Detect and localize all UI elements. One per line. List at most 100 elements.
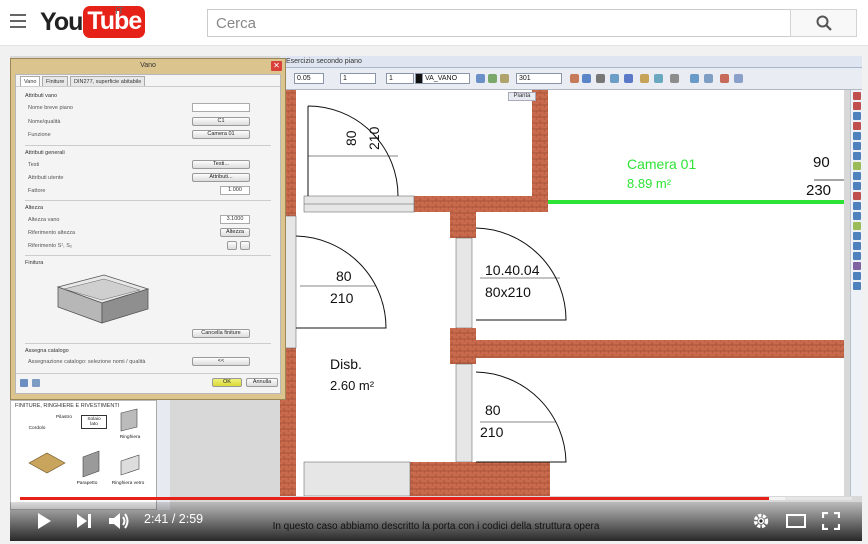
video-player[interactable]: Esercizio secondo piano 0.05 1 1 VA_VANO… xyxy=(10,56,862,541)
catalog-item-railing[interactable]: Ringhiera xyxy=(115,435,145,440)
catalog-assign-label: Assegnazione catalogo: selezione nomi / … xyxy=(28,359,146,365)
catalog-vertical-tabs[interactable] xyxy=(156,400,170,510)
room2-area: 2.60 m² xyxy=(330,378,375,393)
search-icon xyxy=(816,15,832,31)
layer-visibility-icon[interactable] xyxy=(476,74,485,83)
dimension-icon[interactable] xyxy=(852,232,861,240)
door2-height-label: 210 xyxy=(330,290,354,306)
scissors-icon[interactable] xyxy=(596,74,605,83)
settings-icon[interactable] xyxy=(734,74,743,83)
texts-button[interactable]: Testi... xyxy=(192,160,250,169)
delete-finish-button[interactable]: Cancella finiture xyxy=(192,329,250,338)
hatch-icon[interactable] xyxy=(852,222,861,230)
load-favorite-icon[interactable] xyxy=(32,379,40,387)
volume-icon[interactable] xyxy=(108,511,130,531)
layer-tool-icon[interactable] xyxy=(852,252,861,260)
text-icon[interactable] xyxy=(640,74,649,83)
mirror-icon[interactable] xyxy=(852,152,861,160)
hatch-style-field[interactable]: 301 xyxy=(516,73,562,84)
paste-icon[interactable] xyxy=(624,74,633,83)
catalog-item-pillar[interactable]: Pilastro xyxy=(53,415,75,420)
snap-icon[interactable] xyxy=(570,74,579,83)
catalog-item-curb[interactable]: Cordolo xyxy=(25,426,49,431)
erase-icon[interactable] xyxy=(852,122,861,130)
text-tool-icon[interactable] xyxy=(852,242,861,250)
catalog-item-slab[interactable]: Solaio lato xyxy=(81,415,107,429)
pan-icon[interactable] xyxy=(852,282,861,290)
ok-button[interactable]: OK xyxy=(212,378,242,387)
array-icon[interactable] xyxy=(852,212,861,220)
duration: 2:59 xyxy=(178,512,204,526)
copy-icon[interactable] xyxy=(610,74,619,83)
fullscreen-icon[interactable] xyxy=(822,512,840,530)
cad-toolbar: 0.05 1 1 VA_VANO 301 xyxy=(280,68,862,90)
function-button[interactable]: Camera 01 xyxy=(192,130,250,139)
current-time: 2:41 xyxy=(144,512,169,526)
progress-bar[interactable] xyxy=(20,497,852,500)
height-button[interactable]: Altezza xyxy=(220,228,250,237)
measure-icon[interactable] xyxy=(654,74,663,83)
next-icon[interactable] xyxy=(76,513,92,529)
pen-field[interactable]: 1 xyxy=(340,73,376,84)
line-field[interactable]: 1 xyxy=(386,73,414,84)
theater-mode-icon[interactable] xyxy=(786,514,806,528)
ref-s-up-button[interactable] xyxy=(227,241,237,250)
name-label: Nome/qualità xyxy=(28,119,61,125)
tab-finiture[interactable]: Finiture xyxy=(42,76,69,86)
cad-window-title: Esercizio secondo piano xyxy=(286,58,362,65)
room1-height-2: 230 xyxy=(806,182,832,199)
layer-lock-icon[interactable] xyxy=(488,74,497,83)
draw-tool-icon[interactable] xyxy=(852,92,861,100)
scale-icon[interactable] xyxy=(852,202,861,210)
function-label: Funzione xyxy=(28,132,51,138)
line-tool-icon[interactable] xyxy=(852,112,861,120)
ref-s-label: Riferimento S¹, S₂ xyxy=(28,243,73,249)
close-icon[interactable]: ✕ xyxy=(271,61,282,71)
room-height-field[interactable]: 3.1000 xyxy=(220,215,250,224)
ref-s-down-button[interactable] xyxy=(240,241,250,250)
catalog-button[interactable]: << xyxy=(192,357,250,366)
short-name-label: Nome breve piano xyxy=(28,105,73,111)
view-icon[interactable] xyxy=(690,74,699,83)
play-icon[interactable] xyxy=(36,512,52,530)
factor-field[interactable]: 1.000 xyxy=(220,186,250,195)
attributes-button[interactable]: Attributi... xyxy=(192,173,250,182)
extend-icon[interactable] xyxy=(852,182,861,190)
floor-plan xyxy=(279,90,862,497)
grid-icon[interactable] xyxy=(582,74,591,83)
section-general: Attributi generali xyxy=(25,150,65,156)
help-icon[interactable] xyxy=(720,74,729,83)
arrow-icon[interactable] xyxy=(670,74,679,83)
search-button[interactable] xyxy=(790,9,857,37)
properties-icon[interactable] xyxy=(852,262,861,270)
name-button[interactable]: C1 xyxy=(192,117,250,126)
vano-dialog: Vano ✕ Vano Finiture DIN277, superficie … xyxy=(10,58,286,400)
tab-vano[interactable]: Vano xyxy=(20,76,41,86)
settings-gear-icon[interactable] xyxy=(752,512,770,530)
cancel-button[interactable]: Annulla xyxy=(246,378,278,387)
short-name-field[interactable] xyxy=(192,103,250,112)
pencil-icon[interactable] xyxy=(852,102,861,110)
zoom-tool-icon[interactable] xyxy=(852,272,861,280)
search-input[interactable]: Cerca xyxy=(207,9,791,37)
layer-print-icon[interactable] xyxy=(500,74,509,83)
subtitle-caption: In questo caso abbiamo descritto la port… xyxy=(272,521,600,532)
tab-din277[interactable]: DIN277, superficie abitabile xyxy=(70,76,146,86)
cad-drawing-area[interactable]: 80 210 Camera 01 8.89 m² 90 230 80 210 1… xyxy=(279,90,862,497)
offset-icon[interactable] xyxy=(852,162,861,170)
catalog-item-parapet[interactable]: Parapetto xyxy=(73,481,101,486)
rotate-icon[interactable] xyxy=(852,142,861,150)
youtube-logo[interactable]: You Tube IT xyxy=(40,6,146,38)
zoom-icon[interactable] xyxy=(704,74,713,83)
youtube-header: You Tube IT Cerca xyxy=(0,0,868,46)
section-height: Altezza xyxy=(25,205,44,211)
factor-label: Fattore xyxy=(28,188,46,194)
trim-icon[interactable] xyxy=(852,172,861,180)
layer-field[interactable]: VA_VANO xyxy=(422,73,470,84)
menu-icon[interactable] xyxy=(10,14,26,28)
delete-icon[interactable] xyxy=(852,192,861,200)
scale-field[interactable]: 0.05 xyxy=(294,73,324,84)
move-icon[interactable] xyxy=(852,132,861,140)
save-favorite-icon[interactable] xyxy=(20,379,28,387)
catalog-item-glass-railing[interactable]: Ringhiera vetro xyxy=(111,481,145,486)
